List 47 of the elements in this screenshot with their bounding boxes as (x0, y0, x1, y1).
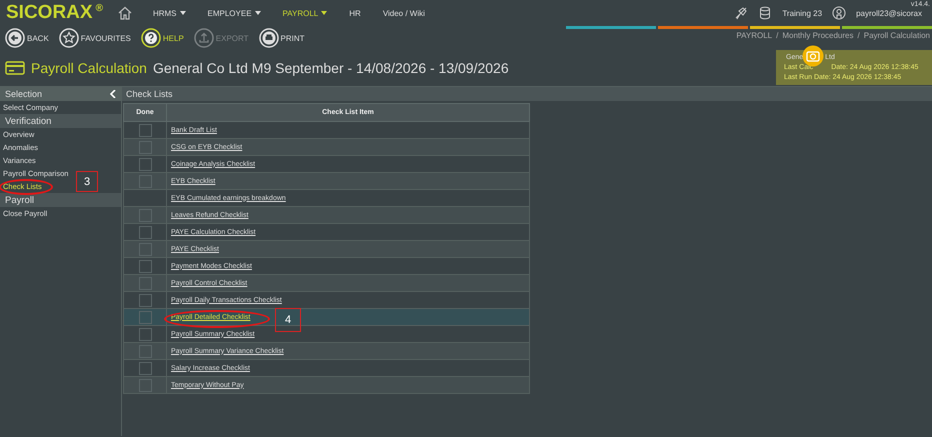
checkbox[interactable] (138, 260, 152, 272)
export-icon (194, 28, 214, 48)
database-icon (758, 6, 772, 20)
checkbox[interactable] (138, 294, 152, 306)
help-icon (140, 28, 161, 48)
step-marker: 4 (275, 308, 301, 332)
favourites-button[interactable]: FAVOURITES (58, 28, 131, 48)
checkbox[interactable] (138, 226, 152, 238)
caret-icon[interactable] (321, 11, 328, 15)
checkbox[interactable] (138, 362, 152, 374)
nav-menu[interactable]: EMPLOYEE (208, 8, 261, 18)
breadcrumb-link[interactable]: Monthly Procedures (782, 31, 854, 40)
collapse-icon[interactable] (110, 90, 116, 98)
database-name: Training 23 (782, 8, 822, 18)
checkbox[interactable] (138, 310, 152, 324)
home-icon[interactable] (116, 5, 133, 21)
nav-menu[interactable]: Video / Wiki (382, 8, 425, 18)
pin-off-icon[interactable] (734, 6, 748, 20)
breadcrumb-link[interactable]: Payroll Calculation (864, 31, 930, 40)
section-header: Payroll (0, 193, 121, 207)
caret-icon[interactable] (254, 11, 261, 15)
user-name[interactable]: payroll23@sicorax (856, 8, 922, 18)
nav-menu[interactable]: PAYROLL (282, 8, 328, 18)
back-button[interactable]: BACK (5, 28, 49, 48)
page-title: Payroll Calculation (31, 60, 147, 76)
help-button[interactable]: HELP (140, 28, 184, 48)
breadcrumb-link[interactable]: PAYROLL (736, 31, 772, 40)
checkbox[interactable] (138, 158, 152, 170)
print-icon (258, 28, 279, 48)
checkbox[interactable] (138, 328, 152, 340)
print-button[interactable]: PRINT (258, 28, 305, 48)
brand-logo: SICORAX$^{®}$ (6, 2, 103, 24)
favourites-icon (58, 28, 79, 48)
user-icon[interactable] (832, 6, 846, 20)
card-icon (5, 61, 25, 75)
panel-title: Check Lists (122, 87, 932, 101)
checkbox[interactable] (138, 124, 152, 136)
page-subtitle: General Co Ltd M9 September - 14/08/2026 - 13/09/2026 (152, 60, 509, 76)
caret-icon[interactable] (180, 11, 186, 15)
breadcrumb-separator: / (858, 31, 860, 40)
step-marker: 3 (76, 171, 98, 192)
breadcrumb-separator: / (776, 31, 778, 40)
section-header: Verification (0, 114, 121, 128)
nav-menu[interactable]: HR (349, 8, 361, 18)
nav-menu[interactable]: HRMS (152, 8, 186, 18)
panel-title: Selection (5, 89, 42, 99)
back-icon (5, 28, 25, 48)
